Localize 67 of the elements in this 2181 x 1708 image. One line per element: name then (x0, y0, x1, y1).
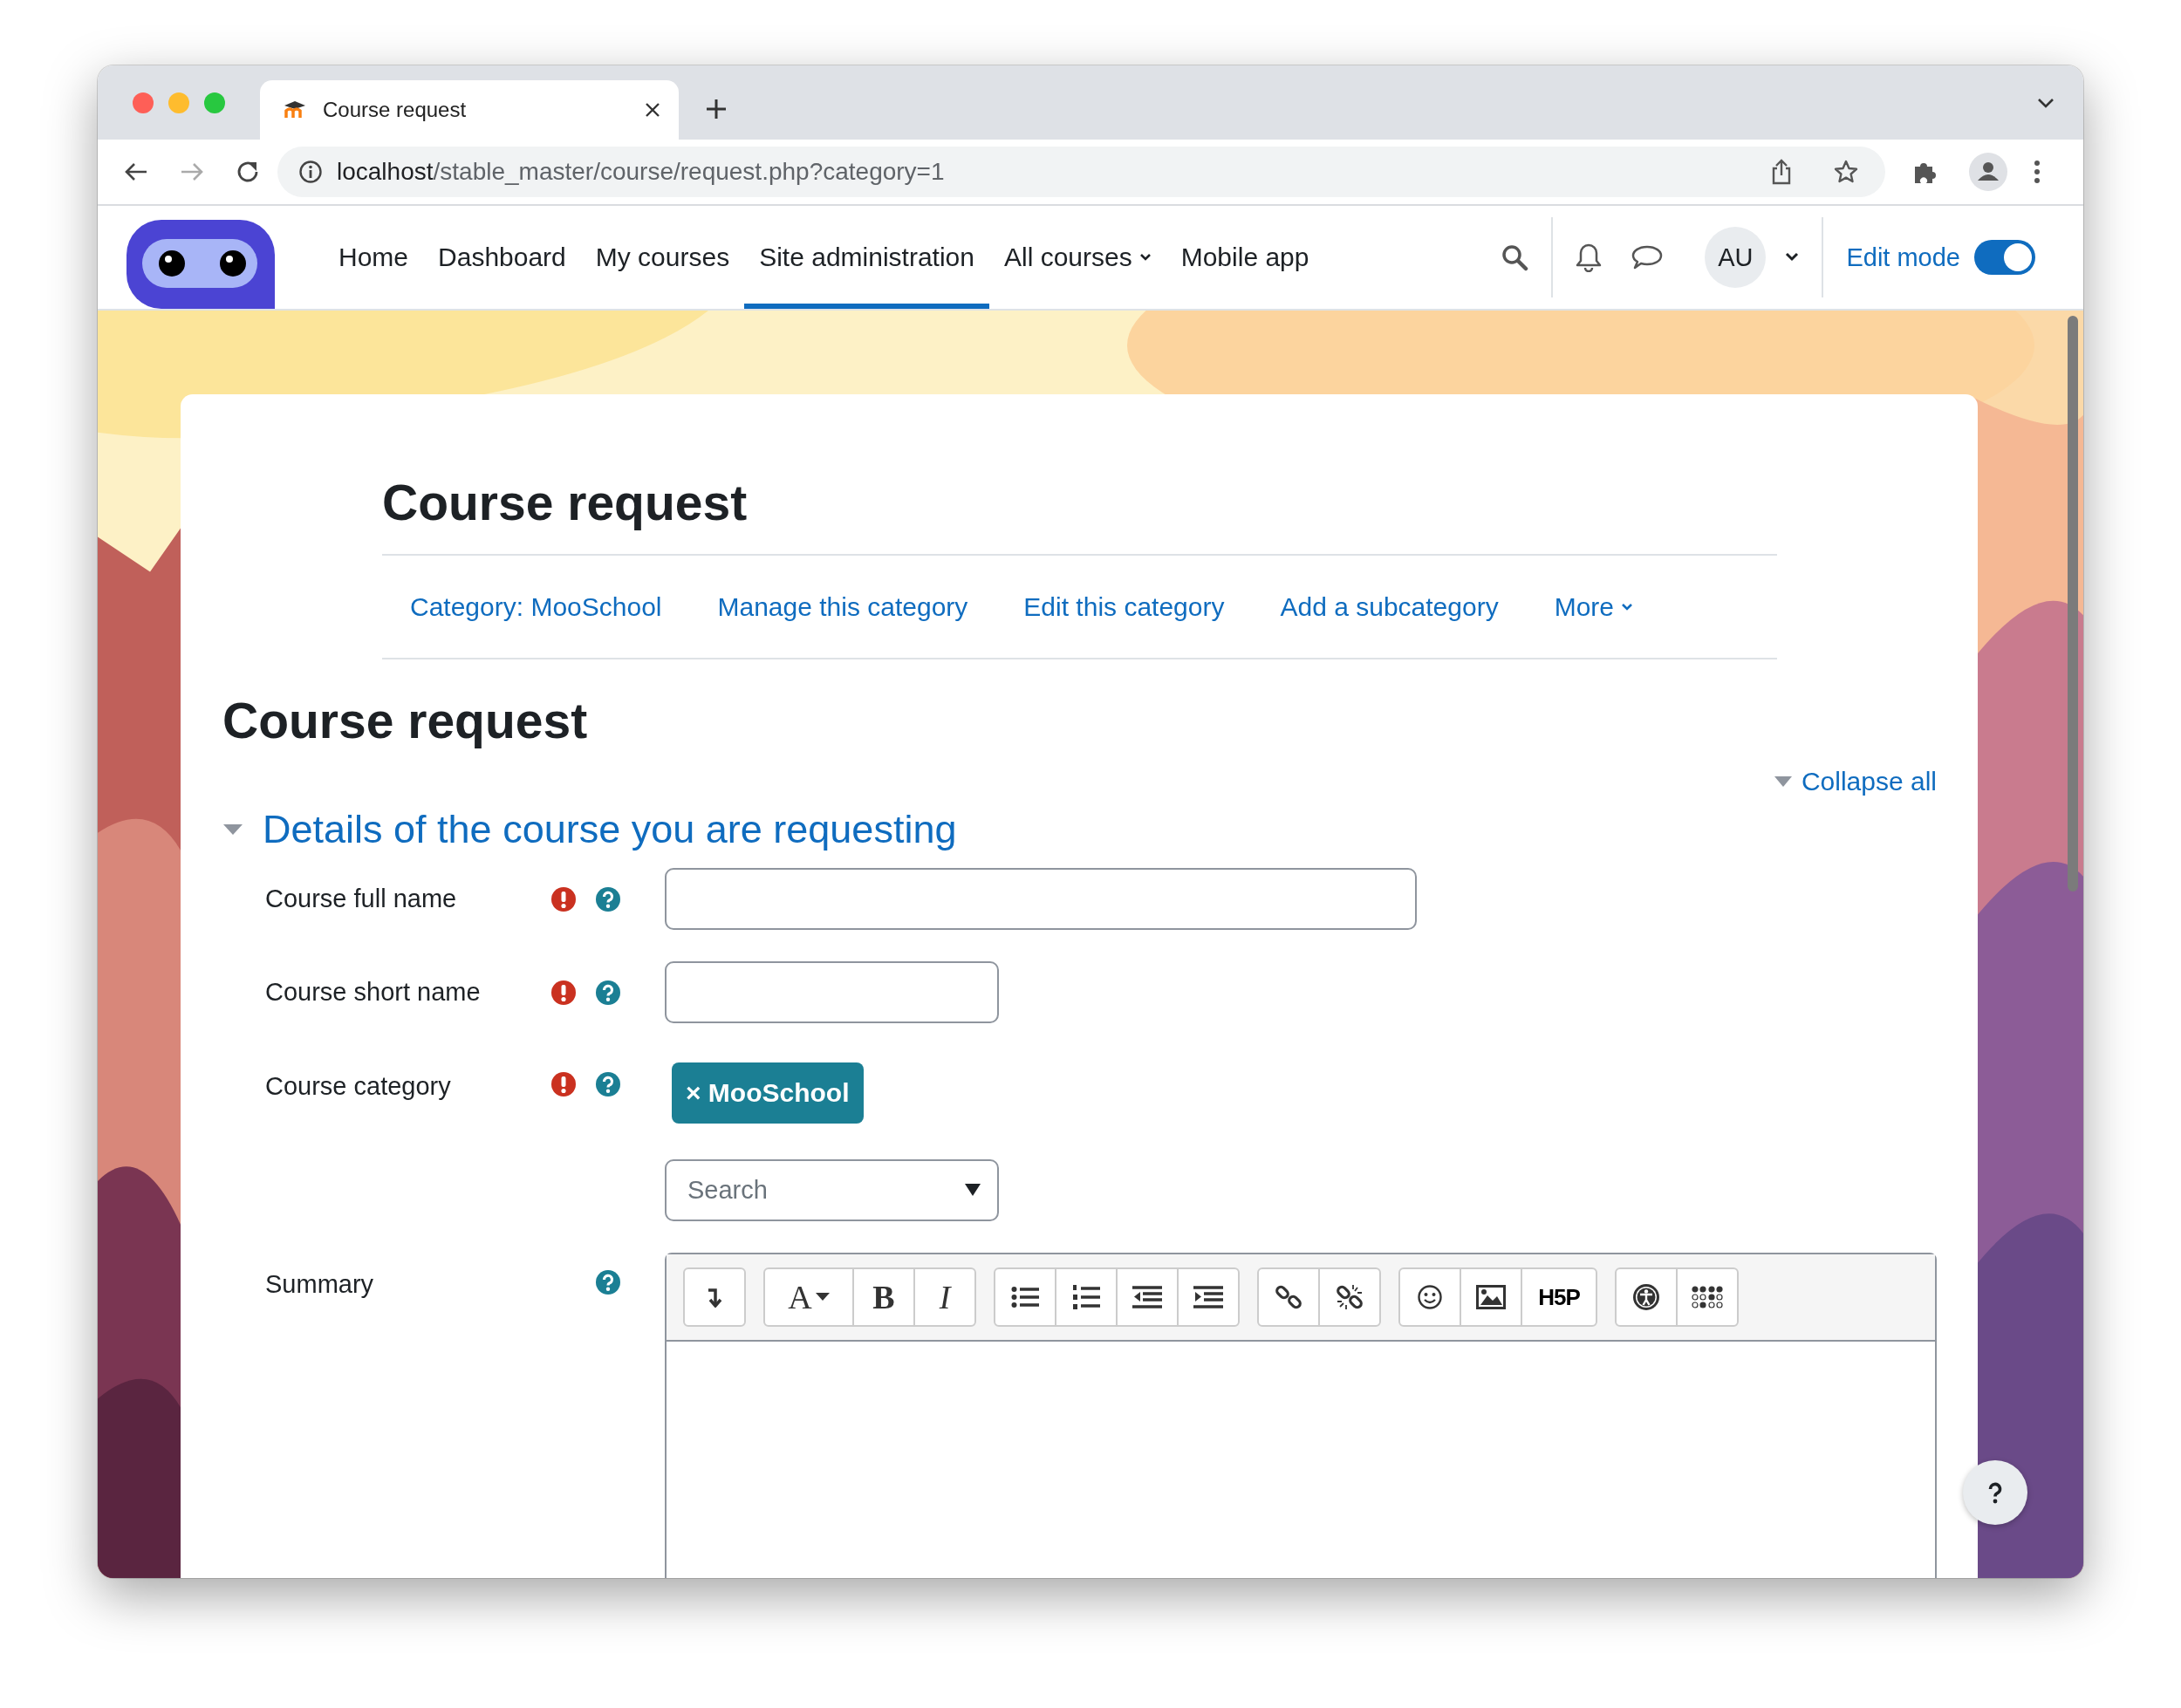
nav-link[interactable]: Mobile app (1166, 206, 1324, 309)
smiley-icon (1417, 1284, 1443, 1310)
section-title[interactable]: Details of the course you are requesting (263, 807, 957, 852)
chevron-down-icon[interactable] (1785, 252, 1800, 263)
braille-icon (1692, 1286, 1723, 1308)
form-heading: Course request (222, 692, 589, 750)
star-icon[interactable] (1833, 159, 1859, 185)
field-label: Summary (264, 1270, 375, 1299)
outdent-icon (1132, 1286, 1162, 1308)
chat-icon[interactable] (1631, 244, 1664, 270)
edit-mode-toggle[interactable] (1974, 240, 2035, 275)
secondary-nav-link[interactable]: More (1554, 591, 1633, 622)
bell-icon[interactable] (1576, 243, 1603, 272)
logo-icon[interactable] (126, 220, 275, 309)
chevron-down-icon[interactable] (2037, 98, 2055, 108)
more-icon[interactable] (2034, 159, 2041, 185)
field-label: Course full name (264, 885, 458, 913)
edit-mode-label: Edit mode (1846, 243, 1960, 272)
help-icon[interactable] (596, 980, 620, 1005)
link-icon (1275, 1283, 1302, 1311)
caret-icon (815, 1293, 830, 1301)
nav-link[interactable]: Dashboard (423, 206, 581, 309)
font-button[interactable]: A (765, 1269, 852, 1325)
nav-link[interactable]: All courses (988, 206, 1166, 309)
secondary-nav-link[interactable]: Add a subcategory (1280, 591, 1499, 622)
secondary-nav-link[interactable]: Manage this category (717, 591, 968, 622)
page-title: Course request (382, 474, 749, 532)
bulleted-list-icon (1011, 1286, 1039, 1308)
indent-icon (1193, 1286, 1223, 1308)
dropdown-arrow-icon[interactable] (964, 1183, 981, 1197)
url-text: localhost/stable_master/course/request.php?category=1 (337, 158, 945, 186)
nav-link[interactable]: My courses (580, 206, 745, 309)
accessibility-icon (1632, 1283, 1660, 1311)
unlink-icon (1336, 1283, 1364, 1311)
help-icon[interactable] (596, 886, 620, 912)
secondary-nav-link[interactable]: Edit this category (1023, 591, 1225, 622)
image-icon (1476, 1285, 1506, 1309)
help-icon[interactable] (596, 1072, 620, 1097)
back-icon[interactable] (124, 161, 148, 182)
bold-button[interactable]: B (852, 1269, 913, 1325)
field-label: Course short name (264, 978, 482, 1007)
caret-icon[interactable] (222, 823, 243, 836)
arrow-down-icon (706, 1287, 723, 1308)
close-icon[interactable] (644, 101, 661, 119)
secondary-nav-link[interactable]: Category: MooSchool (410, 591, 662, 622)
search-icon[interactable] (1501, 243, 1529, 271)
user-avatar[interactable]: AU (1705, 227, 1767, 288)
tab-title: Course request (323, 98, 468, 122)
address-bar[interactable]: localhost/stable_master/course/request.php?category=1 (277, 147, 1885, 197)
share-icon[interactable] (1770, 158, 1793, 186)
help-icon[interactable] (596, 1270, 620, 1295)
italic-button[interactable]: I (913, 1269, 974, 1325)
caret-icon (1773, 775, 1793, 788)
browser-tab[interactable]: Course request (260, 80, 679, 140)
reload-icon[interactable] (236, 160, 260, 184)
collapse-all-link[interactable]: Collapse all (1773, 767, 1937, 796)
nav-link[interactable]: Home (324, 206, 424, 309)
text-editor[interactable]: A B I H5P (665, 1253, 1937, 1578)
text-input[interactable] (665, 961, 999, 1023)
profile-icon[interactable] (1969, 153, 2007, 191)
category-tag[interactable]: × MooSchool (672, 1062, 864, 1124)
text-input[interactable] (665, 868, 1417, 930)
field-label: Course category (264, 1072, 452, 1101)
search-field[interactable]: Search (665, 1159, 999, 1221)
plus-icon[interactable] (705, 98, 728, 120)
numbered-list-icon (1072, 1284, 1100, 1310)
info-icon (298, 160, 323, 184)
